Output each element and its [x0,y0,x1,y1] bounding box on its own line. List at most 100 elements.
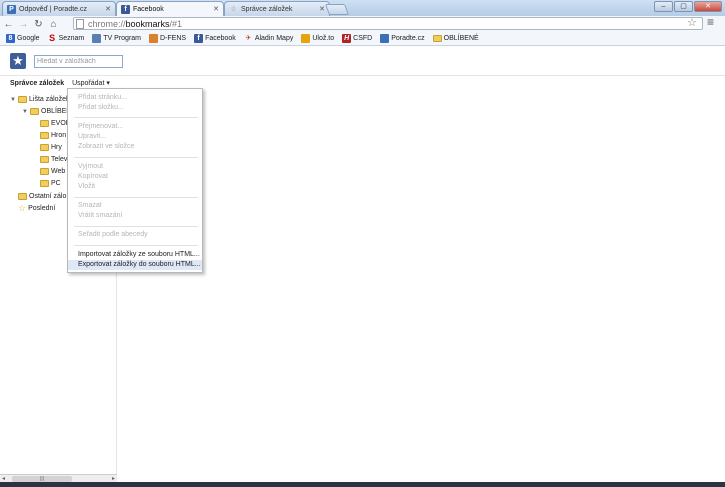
tree-item-web[interactable]: Web [40,166,65,177]
folder-icon [432,35,442,42]
close-icon[interactable]: ✕ [213,5,219,13]
ulozto-icon [301,34,311,43]
bookmark-label: Ulož.to [312,35,335,42]
tree-item-label: Hry [51,144,62,151]
bookmark-star-icon: ☆ [230,5,237,13]
tree-item-label: Web [51,168,66,175]
menu-item-add-folder[interactable]: Přidat složku... [68,103,202,113]
poradte-icon: P [7,4,16,14]
menu-item-show-in-folder[interactable]: Zobrazit ve složce [68,142,202,152]
close-window-button[interactable]: ✕ [694,1,722,12]
menu-item-sort-alphabetically[interactable]: Seřadit podle abecedy [68,230,202,240]
folder-icon [40,156,49,163]
bookmark-label: Seznam [58,35,85,42]
bookmark-label: Google [17,35,40,42]
close-icon[interactable]: ✕ [319,5,325,13]
caret-down-icon[interactable]: ▼ [22,109,28,115]
facebook-icon: f [121,4,130,14]
folder-open-icon [30,108,39,115]
menu-item-export-html[interactable]: Exportovat záložky do souboru HTML... [68,260,202,270]
bookmark-star-icon[interactable]: ☆ [687,16,697,29]
tree-item-other-bookmarks[interactable]: Ostatní zálo [18,191,66,202]
close-icon[interactable]: ✕ [105,5,111,13]
tab-title: Facebook [133,5,164,13]
bookmark-ulozto[interactable]: Ulož.to [301,34,334,43]
tree-item-telev[interactable]: Telev [40,154,67,165]
organize-menu-button[interactable]: Uspořádat ▾ [72,79,110,87]
seznam-icon: S [49,33,56,43]
url-host: bookmarks [125,18,170,29]
tree-item-recent[interactable]: ☆ Poslední [18,203,55,214]
tab-facebook[interactable]: f Facebook ✕ [116,1,224,16]
page-title: Správce záložek [10,79,65,87]
menu-item-delete[interactable]: Smazat [68,201,202,211]
tab-title: Odpověď | Poradte.cz [19,5,87,13]
menu-item-copy[interactable]: Kopírovat [68,172,202,182]
new-tab-button[interactable] [324,4,350,15]
bookmark-label: OBLÍBENÉ [443,35,479,42]
menu-item-import-html[interactable]: Importovat záložky ze souboru HTML... [68,250,202,260]
folder-icon [18,193,27,200]
address-bar[interactable]: chrome://bookmarks/#1 [73,17,703,30]
menu-icon[interactable]: ≡ [707,15,714,29]
bookmark-google[interactable]: 8 Google [6,34,40,43]
menu-separator [74,245,198,246]
home-icon[interactable]: ⌂ [47,19,60,30]
url-path: /#1 [169,18,183,29]
title-bar: P Odpověď | Poradte.cz ✕ f Facebook ✕ ☆ … [0,0,725,16]
caret-down-icon[interactable]: ▼ [10,97,16,103]
poradte-icon [380,34,390,43]
menu-item-undo-delete[interactable]: Vrátit smazání [68,211,202,221]
map-icon: ✈ [245,35,252,42]
scroll-left-icon[interactable]: ◂ [2,475,5,482]
bookmark-label: TV Program [103,35,141,42]
tree-item-pc[interactable]: PC [40,178,61,189]
tab-poradte[interactable]: P Odpověď | Poradte.cz ✕ [2,1,116,16]
bookmark-manager-logo-icon: ★ [10,53,26,69]
taskbar [0,482,725,487]
bookmark-facebook[interactable]: f Facebook [194,34,236,43]
dfens-icon [149,34,158,43]
search-input[interactable] [34,55,123,68]
bookmark-folder-oblibene[interactable]: OBLÍBENÉ [432,35,479,42]
back-arrow-icon[interactable]: ← [2,19,15,30]
bookmark-seznam[interactable]: S Seznam [48,33,85,43]
tab-bookmark-manager[interactable]: ☆ Správce záložek ✕ [224,1,330,16]
minimize-button[interactable]: – [654,1,673,12]
page-icon [76,18,84,29]
tree-item-hron[interactable]: Hron [40,130,66,141]
bookmark-label: Facebook [205,35,236,42]
bookmarks-bar: 8 Google S Seznam TV Program D-FENS f Faceb… [0,32,725,46]
bookmark-aladin-mapy[interactable]: ✈ Aladin Mapy [244,34,294,43]
folder-icon [40,180,49,187]
tv-icon [92,34,102,43]
scroll-right-icon[interactable]: ▸ [112,475,115,482]
bookmarks-header: ★ [0,47,725,76]
menu-item-paste[interactable]: Vložit [68,182,202,192]
tree-item-hry[interactable]: Hry [40,142,62,153]
window-controls: – ▢ ✕ [654,1,722,12]
tree-item-bookmarks-bar[interactable]: ▼ Lišta záložek [10,94,69,105]
menu-separator [74,157,198,158]
reload-icon[interactable]: ↻ [32,19,45,30]
tree-item-evol[interactable]: EVOL [40,118,70,129]
bookmark-label: D-FENS [160,35,187,42]
maximize-button[interactable]: ▢ [674,1,693,12]
menu-separator [74,197,198,198]
bookmark-label: Aladin Mapy [254,35,294,42]
folder-icon [40,120,49,127]
folder-icon [40,168,49,175]
facebook-icon: f [194,34,204,43]
menu-item-add-page[interactable]: Přidat stránku... [68,93,202,103]
menu-item-cut[interactable]: Vyjmout [68,162,202,172]
forward-arrow-icon[interactable]: → [17,19,30,30]
folder-icon [40,144,49,151]
menu-item-edit[interactable]: Upravit... [68,132,202,142]
bookmark-poradte[interactable]: Poradte.cz [380,34,425,43]
bookmark-csfd[interactable]: H CSFD [342,34,372,43]
menu-item-rename[interactable]: Přejmenovat... [68,122,202,132]
bookmark-dfens[interactable]: D-FENS [149,34,186,43]
star-icon: ☆ [18,203,27,213]
horizontal-scrollbar[interactable]: ◂ ||| ▸ [0,474,117,482]
bookmark-tv-program[interactable]: TV Program [92,34,141,43]
